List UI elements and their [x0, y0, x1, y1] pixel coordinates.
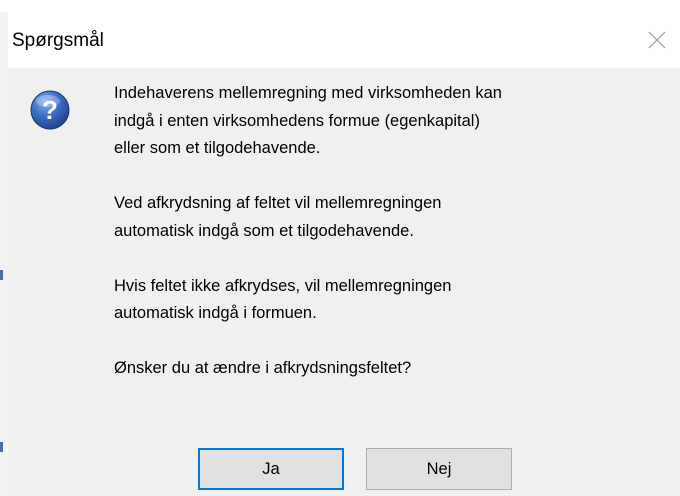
yes-button-label: Ja — [262, 459, 280, 478]
message-paragraph: Hvis feltet ikke afkrydses, vil mellemre… — [114, 276, 452, 323]
background-marker — [0, 442, 3, 452]
dialog-titlebar[interactable]: Spørgsmål — [8, 12, 680, 68]
svg-text:?: ? — [42, 95, 58, 125]
close-icon — [648, 31, 666, 49]
background-window-strip: ▀▀▀ ▀▀ ▀▀▀▀▀▀▀▀▀ ▀▀▀ ▀▀▀▀▀ ▀▀▀ — [0, 0, 680, 12]
dialog-title: Spørgsmål — [12, 30, 104, 51]
question-icon: ? — [30, 90, 70, 130]
yes-button[interactable]: Ja — [198, 448, 344, 490]
no-button[interactable]: Nej — [366, 448, 512, 490]
close-button[interactable] — [634, 12, 680, 68]
no-button-label: Nej — [426, 459, 452, 478]
dialog-message: Indehaverens mellemregning med virksomhe… — [114, 80, 654, 383]
background-marker — [0, 270, 3, 280]
dialog-body: ? Indehaverens mellemregning med virksom… — [8, 68, 680, 496]
message-question: Ønsker du at ændre i afkrydsningsfeltet? — [114, 359, 412, 377]
question-dialog: Spørgsmål ? Indehaverens mellemregning m… — [8, 12, 680, 496]
message-paragraph: Ved afkrydsning af feltet vil mellemregn… — [114, 194, 442, 240]
background-text-fragment: ▀▀▀ ▀▀ ▀▀▀▀▀▀▀▀▀ ▀▀▀ ▀▀▀▀▀ ▀▀▀ — [20, 0, 322, 8]
message-paragraph: Indehaverens mellemregning med virksomhe… — [114, 84, 502, 157]
